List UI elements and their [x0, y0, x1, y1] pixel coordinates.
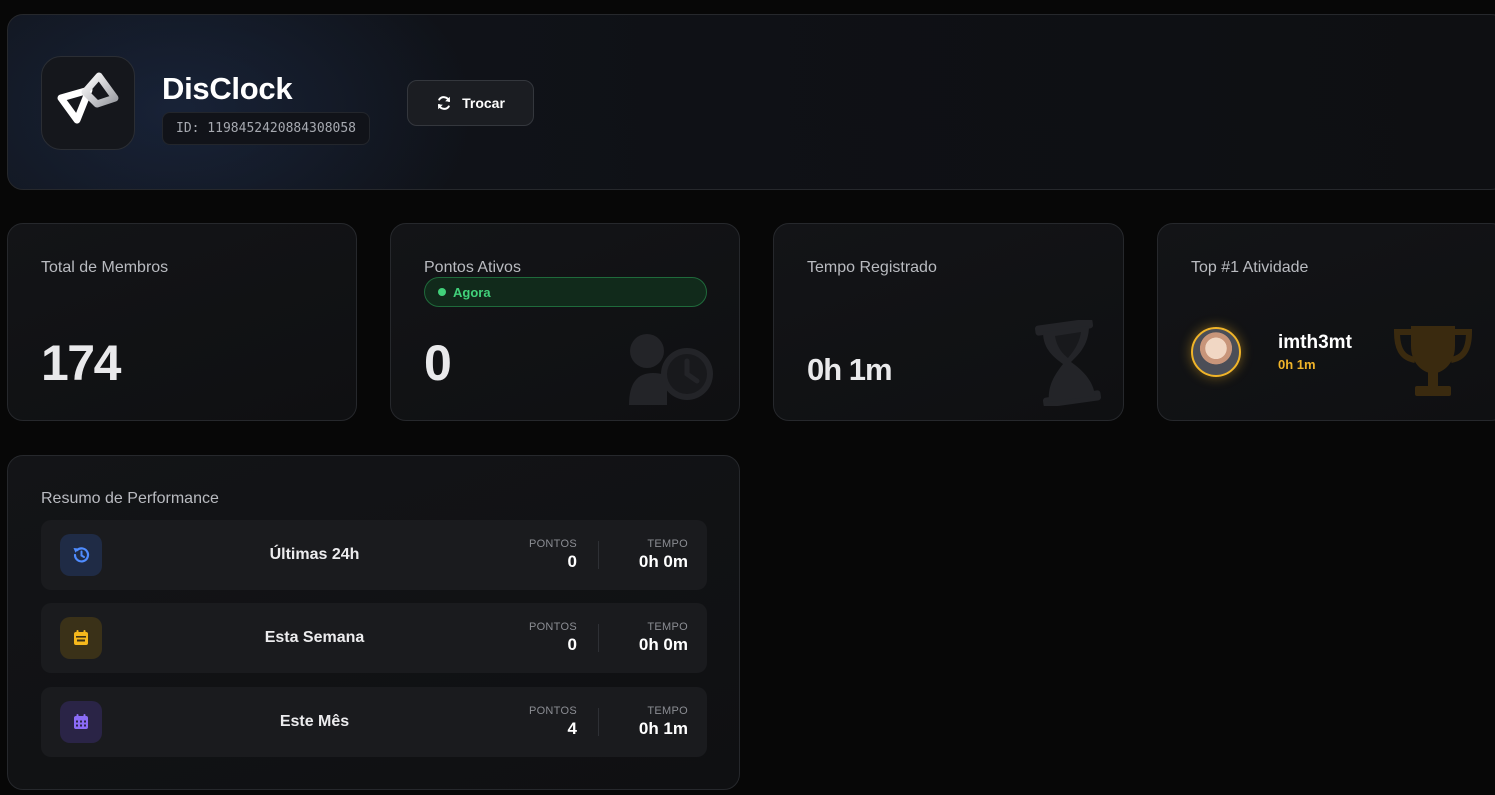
app-title: DisClock: [162, 71, 293, 106]
points-metric-label: PONTOS: [528, 621, 577, 633]
time-metric: TEMPO 0h 0m: [639, 538, 688, 572]
time-metric-label: TEMPO: [647, 538, 688, 550]
refresh-icon: [438, 96, 451, 110]
points-metric: PONTOS 0: [529, 538, 577, 572]
server-id-badge: ID: 1198452420884308058: [162, 112, 371, 145]
top-activity-label: Top #1 Atividade: [1191, 259, 1309, 276]
time-logged-card: Tempo Registrado 0h 1m: [773, 223, 1124, 421]
disclock-logo-icon: [57, 72, 119, 124]
performance-summary-panel: Resumo de Performance Últimas 24h PONTOS…: [7, 455, 740, 790]
active-points-card: Pontos Ativos Agora 0: [390, 223, 740, 421]
calendar-month-icon: [60, 701, 102, 743]
calendar-week-icon: [60, 617, 102, 659]
swap-button-label: Trocar: [462, 95, 505, 111]
active-points-value: 0: [424, 335, 452, 391]
history-icon: [60, 534, 102, 576]
top-user-avatar[interactable]: [1191, 327, 1241, 377]
time-metric-value: 0h 1m: [638, 719, 688, 738]
perf-row-last-24h: Últimas 24h PONTOS 0 TEMPO 0h 0m: [41, 520, 707, 590]
points-metric-label: PONTOS: [528, 705, 577, 717]
live-status-text: Agora: [453, 284, 491, 300]
user-clock-icon: [629, 334, 713, 405]
time-logged-label: Tempo Registrado: [807, 259, 937, 276]
top-user-name: imth3mt: [1278, 332, 1352, 353]
performance-title: Resumo de Performance: [41, 490, 219, 507]
live-dot-icon: [438, 288, 446, 296]
members-card: Total de Membros 174: [7, 223, 357, 421]
perf-row-this-week: Esta Semana PONTOS 0 TEMPO 0h 0m: [41, 603, 707, 673]
perf-row-label: Últimas 24h: [269, 546, 360, 563]
perf-row-this-month: Este Mês PONTOS 4 TEMPO 0h 1m: [41, 687, 707, 757]
points-metric-label: PONTOS: [528, 538, 577, 550]
time-metric-label: TEMPO: [647, 705, 688, 717]
time-metric-value: 0h 0m: [638, 552, 688, 571]
trophy-icon: [1393, 326, 1473, 396]
perf-row-label: Este Mês: [279, 713, 350, 730]
hourglass-icon: [1034, 320, 1102, 406]
members-value: 174: [41, 335, 121, 391]
points-metric: PONTOS 0: [529, 621, 577, 655]
live-status-badge: Agora: [424, 277, 707, 307]
top-user-time: 0h 1m: [1278, 357, 1316, 372]
points-metric: PONTOS 4: [529, 705, 577, 739]
members-label: Total de Membros: [41, 259, 169, 276]
active-points-label: Pontos Ativos: [424, 259, 521, 276]
time-metric: TEMPO 0h 0m: [639, 621, 688, 655]
metric-divider: [598, 541, 599, 569]
swap-server-button[interactable]: Trocar: [407, 80, 534, 126]
metric-divider: [598, 624, 599, 652]
top-activity-card: Top #1 Atividade imth3mt 0h 1m: [1157, 223, 1495, 421]
metric-divider: [598, 708, 599, 736]
perf-row-label: Esta Semana: [264, 629, 365, 646]
points-metric-value: 0: [567, 552, 577, 571]
time-logged-value: 0h 1m: [807, 352, 893, 387]
server-header: DisClock ID: 1198452420884308058 Trocar: [7, 14, 1495, 190]
app-logo: [41, 56, 135, 150]
points-metric-value: 0: [567, 635, 577, 654]
points-metric-value: 4: [567, 719, 577, 738]
time-metric: TEMPO 0h 1m: [639, 705, 688, 739]
time-metric-label: TEMPO: [647, 621, 688, 633]
time-metric-value: 0h 0m: [638, 635, 688, 654]
